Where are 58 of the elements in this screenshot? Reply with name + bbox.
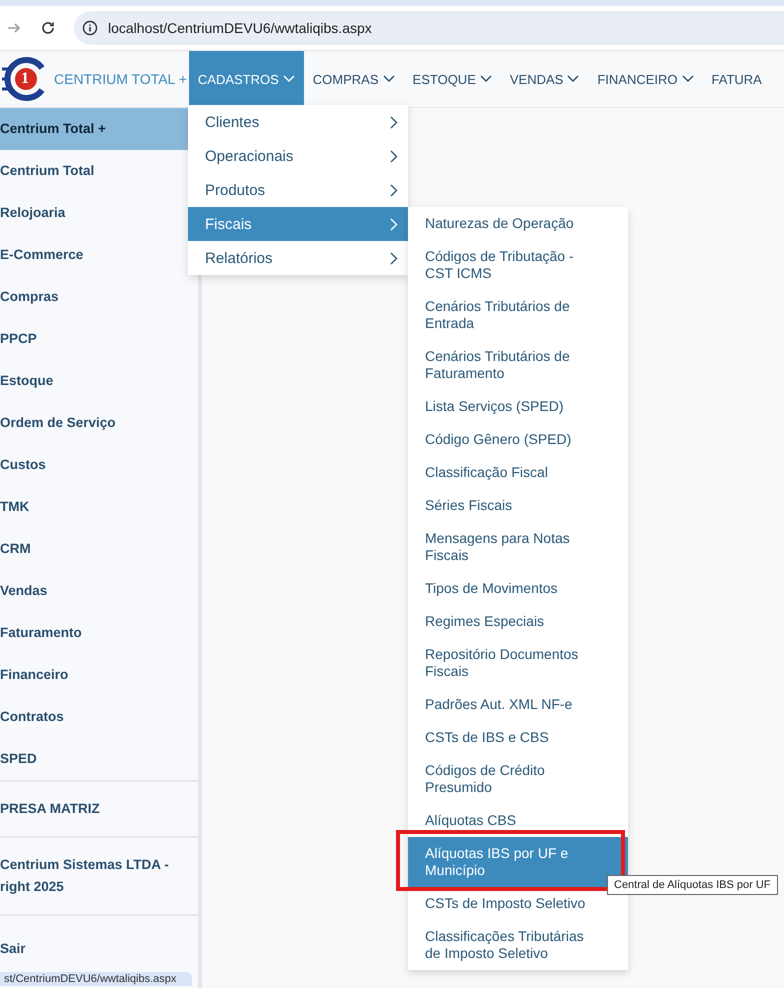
- sidebar-item[interactable]: Estoque: [0, 360, 198, 402]
- company-name: PRESA MATRIZ: [0, 800, 101, 818]
- submenu-item[interactable]: Alíquotas CBS: [408, 804, 628, 837]
- submenu-item[interactable]: Classificações Tributárias de Imposto Seletivo: [408, 920, 628, 970]
- submenu-item[interactable]: Mensagens para Notas Fiscais: [408, 522, 628, 572]
- copyright-text: right 2025: [0, 878, 65, 896]
- menu-item[interactable]: Fiscais: [188, 207, 408, 241]
- sidebar-item[interactable]: SPED: [0, 738, 198, 780]
- nav-menu[interactable]: FINANCEIRO: [588, 51, 703, 107]
- info-icon[interactable]: [82, 20, 98, 36]
- submenu-item[interactable]: Repositório Documentos Fiscais: [408, 638, 628, 688]
- nav-menu[interactable]: CADASTROS: [188, 51, 304, 107]
- sidebar-item[interactable]: Custos: [0, 444, 198, 486]
- chevron-down-icon: [382, 75, 395, 83]
- chevron-right-icon: [390, 184, 398, 196]
- chevron-down-icon: [480, 75, 492, 83]
- menu-item[interactable]: Relatórios: [188, 241, 408, 275]
- brand-name[interactable]: CENTRIUM TOTAL +: [54, 71, 187, 87]
- submenu-item[interactable]: Códigos de Tributação - CST ICMS: [408, 240, 628, 290]
- nav-menu[interactable]: VENDAS: [500, 51, 588, 107]
- menu-item[interactable]: Produtos: [188, 173, 408, 207]
- submenu-item[interactable]: Tipos de Movimentos: [408, 572, 628, 605]
- submenu-item[interactable]: Código Gênero (SPED): [408, 423, 628, 456]
- sidebar-item[interactable]: Faturamento: [0, 612, 198, 654]
- sidebar-item[interactable]: Vendas: [0, 570, 198, 612]
- submenu-item[interactable]: Cenários Tributários de Entrada: [408, 290, 628, 340]
- sidebar-item[interactable]: TMK: [0, 486, 198, 528]
- nav-menu[interactable]: COMPRAS: [304, 51, 404, 107]
- address-bar[interactable]: localhost/CentriumDEVU6/wwtaliqibs.aspx: [74, 11, 784, 45]
- submenu-item[interactable]: Lista Serviços (SPED): [408, 390, 628, 423]
- sidebar-item[interactable]: PPCP: [0, 318, 198, 360]
- chevron-down-icon: [682, 75, 694, 83]
- sidebar-item[interactable]: Ordem de Serviço: [0, 402, 198, 444]
- submenu-item[interactable]: CSTs de IBS e CBS: [408, 721, 628, 754]
- chevron-right-icon: [390, 218, 398, 230]
- chevron-right-icon: [390, 252, 398, 264]
- submenu-item[interactable]: Classificação Fiscal: [408, 456, 628, 489]
- sidebar-item[interactable]: Financeiro: [0, 654, 198, 696]
- submenu-item[interactable]: Cenários Tributários de Faturamento: [408, 340, 628, 390]
- nav-menu[interactable]: ESTOQUE: [404, 51, 501, 107]
- sidebar-item[interactable]: Contratos: [0, 696, 198, 738]
- sidebar-item[interactable]: CRM: [0, 528, 198, 570]
- chevron-right-icon: [390, 116, 398, 128]
- logout-link[interactable]: Sair: [0, 940, 198, 958]
- tooltip: Central de Alíquotas IBS por UF: [607, 875, 778, 895]
- submenu-item[interactable]: Naturezas de Operação: [408, 207, 628, 240]
- chevron-right-icon: [390, 150, 398, 162]
- submenu-item[interactable]: Séries Fiscais: [408, 489, 628, 522]
- submenu-item[interactable]: Códigos de Crédito Presumido: [408, 754, 628, 804]
- chevron-down-icon: [282, 75, 295, 83]
- copyright-text: Centrium Sistemas LTDA -: [0, 856, 170, 874]
- chevron-down-icon: [567, 75, 580, 83]
- nav-menu[interactable]: FATURA: [702, 51, 771, 107]
- sidebar-item[interactable]: Compras: [0, 276, 198, 318]
- submenu-item[interactable]: Regimes Especiais: [408, 605, 628, 638]
- submenu-item[interactable]: Padrões Aut. XML NF-e: [408, 688, 628, 721]
- reload-icon[interactable]: [40, 20, 56, 36]
- status-url: st/CentriumDEVU6/wwtaliqibs.aspx: [0, 972, 192, 986]
